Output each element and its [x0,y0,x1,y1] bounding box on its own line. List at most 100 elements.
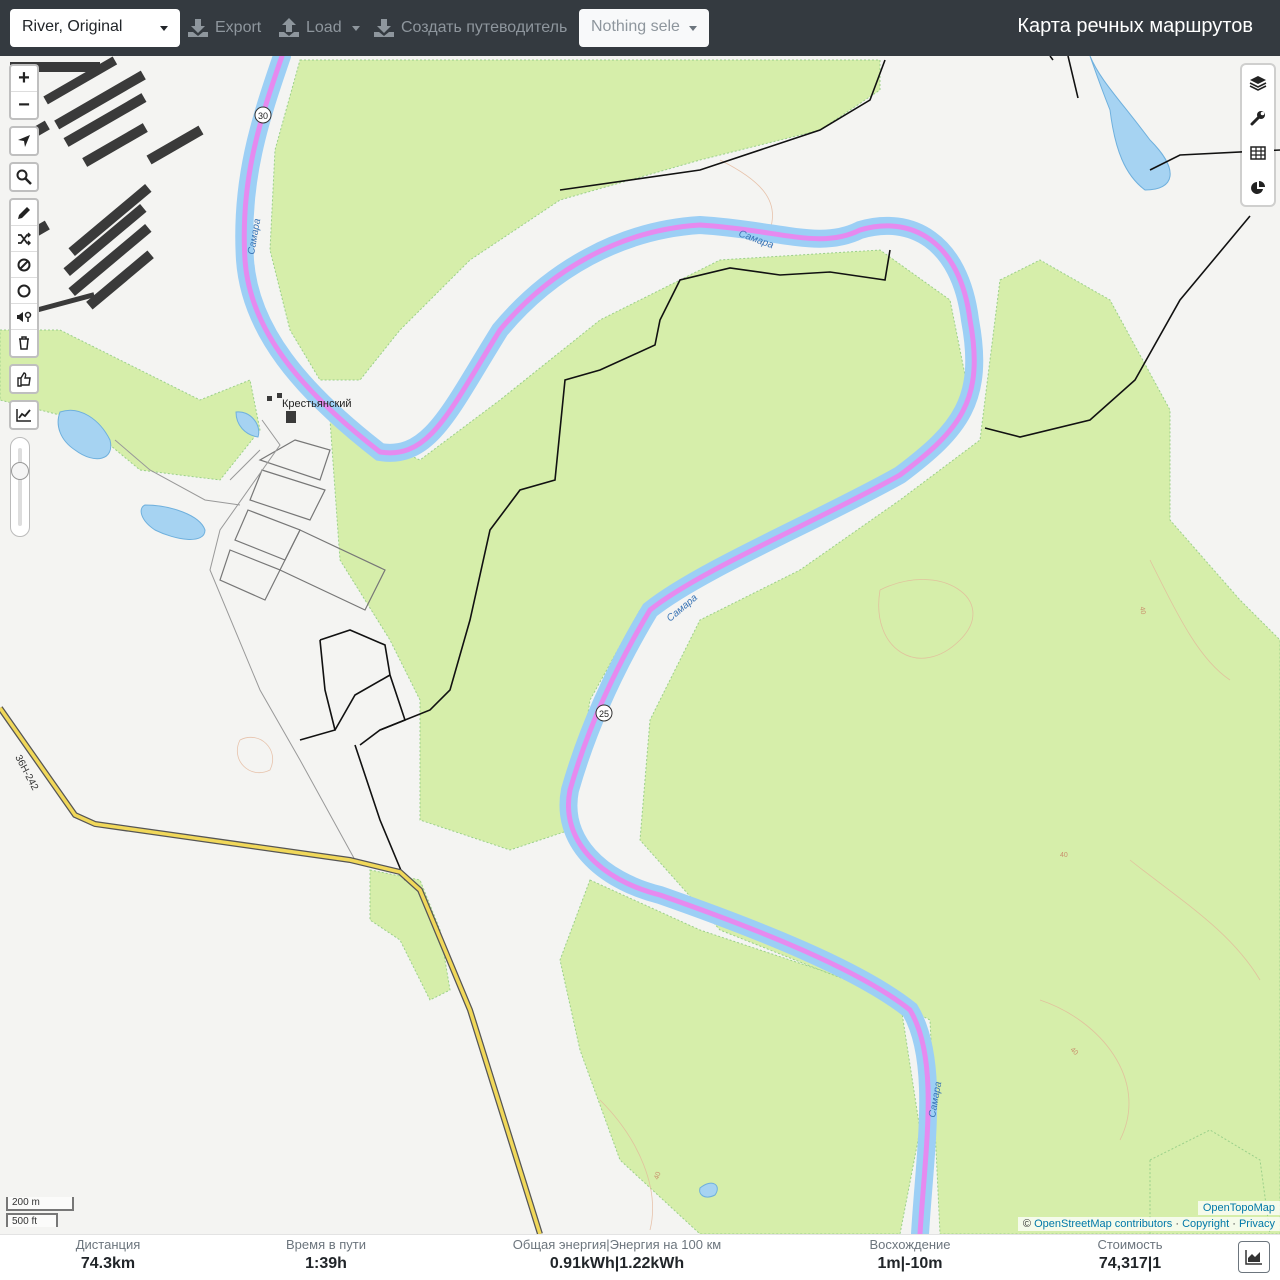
descent-value: -10 [905,1255,929,1272]
top-navbar: River, Original Export Load Создать путе… [0,0,1280,56]
elevation-control [9,400,39,430]
copyright-link[interactable]: Copyright [1182,1218,1229,1230]
scale-imperial: 500 ft [6,1213,58,1227]
zoom-out-icon: − [18,93,30,116]
stat-cost: Стоимость 74,317|1 [1080,1237,1180,1275]
privacy-link[interactable]: Privacy [1239,1218,1275,1230]
zoom-slider-knob[interactable] [11,462,29,480]
load-button[interactable]: Load [278,14,360,42]
no-entry-icon [17,258,31,271]
right-toolbar [1242,65,1274,205]
layers-icon [1249,75,1267,91]
distance-label: Дистанция [75,1237,141,1252]
caret-down-icon [160,26,168,31]
waypoint-30-label: 30 [258,111,268,121]
search-control [9,162,39,192]
delete-route-button[interactable] [11,330,37,356]
no-go-area-button[interactable] [11,252,37,278]
app-title: Карта речных маршрутов [1017,15,1253,37]
table-icon [1250,145,1266,160]
time-unit: h [337,1255,347,1272]
waypoint-25-label: 25 [599,709,609,719]
create-guide-button[interactable]: Создать путеводитель [373,14,567,42]
time-value: 1:39 [305,1255,338,1272]
contour-label: 40 [1060,852,1068,859]
waypoint-30[interactable]: 30 [254,106,272,124]
attribution-separator: · [1232,1218,1236,1230]
create-guide-label: Создать путеводитель [401,19,568,36]
route-select[interactable]: Nothing sele [579,9,709,47]
energy-value: 0.91 [549,1255,581,1272]
export-button[interactable]: Export [187,14,261,42]
draw-toolbar [9,198,39,358]
upload-icon [279,18,299,37]
download-icon [188,19,208,37]
circle-icon [17,284,31,297]
load-label: Load [306,19,342,36]
stat-distance: Дистанция 74.3km [58,1237,158,1275]
pie-chart-icon [1251,180,1265,194]
copyright-sign: © [1022,1218,1032,1230]
energy100-value: 1.22 [619,1255,651,1272]
zoom-control: + − [9,64,39,120]
shuffle-button[interactable] [11,226,37,252]
cost-count: 1 [1152,1255,1162,1272]
analysis-button[interactable] [1242,170,1274,205]
distance-value: 74.3 [80,1255,112,1272]
map-canvas[interactable]: 30 25 Самара Самара Самара Самара Кресть… [0,56,1280,1234]
profile-select[interactable]: River, Original [10,9,180,47]
locate-button[interactable] [11,128,37,154]
energy100-unit: kWh [650,1255,685,1272]
settings-button[interactable] [1242,100,1274,135]
poi-button[interactable] [11,304,37,330]
waypoint-25[interactable]: 25 [595,704,613,722]
download-icon [374,19,394,37]
zoom-slider-track [18,448,22,526]
map-attribution: © OpenStreetMap contributors · Copyright… [1017,1217,1280,1231]
zoom-slider[interactable] [10,437,30,537]
shuffle-icon [18,231,31,246]
osm-contributors-link[interactable]: OpenStreetMap contributors [1034,1218,1172,1230]
caret-down-icon [351,25,360,31]
ascent-label: Восхождение [869,1237,951,1252]
profile-select-value: River, Original [22,18,123,35]
village-label: Крестьянский [282,398,352,410]
table-button[interactable] [1242,135,1274,170]
scale-metric: 200 m [6,1197,74,1211]
locate-icon [18,135,30,147]
attribution-separator: · [1175,1218,1179,1230]
stat-time: Время в пути 1:39h [270,1237,382,1275]
zoom-in-button[interactable]: + [11,66,37,92]
trash-icon [19,336,29,350]
energy-unit: kWh [580,1255,615,1272]
energy-label: Общая энергия|Энергия на 100 км [512,1237,722,1252]
circle-button[interactable] [11,278,37,304]
route-select-value: Nothing sele [591,18,680,35]
caret-down-icon [689,26,697,31]
map-svg: 30 25 Самара Самара Самара Самара Кресть… [0,56,1280,1234]
stat-energy: Общая энергия|Энергия на 100 км 0.91kWh|… [497,1237,737,1275]
layers-button[interactable] [1242,65,1274,100]
cost-label: Стоимость [1097,1237,1163,1252]
elevation-button[interactable] [11,402,37,428]
pencil-icon [18,206,30,219]
elevation-icon [16,409,31,422]
search-button[interactable] [11,164,37,190]
poi-icon [17,311,32,322]
zoom-in-icon: + [18,67,30,89]
thumb-button[interactable] [11,366,37,392]
descent-unit: m [928,1255,943,1272]
locate-control [9,126,39,156]
tile-attribution-link[interactable]: OpenTopoMap [1197,1201,1280,1215]
contour-label: 40 [1138,606,1146,615]
thumb-control [9,364,39,394]
stat-ascent: Восхождение 1m|-10m [855,1237,965,1275]
stats-bar: Дистанция 74.3km Время в пути 1:39h Обща… [0,1234,1280,1280]
draw-route-button[interactable] [11,200,37,226]
export-label: Export [215,19,262,36]
toggle-chart-button[interactable] [1238,1241,1270,1273]
search-icon [16,169,32,185]
zoom-out-button[interactable]: − [11,92,37,118]
distance-unit: km [112,1255,136,1272]
time-label: Время в пути [286,1237,366,1252]
